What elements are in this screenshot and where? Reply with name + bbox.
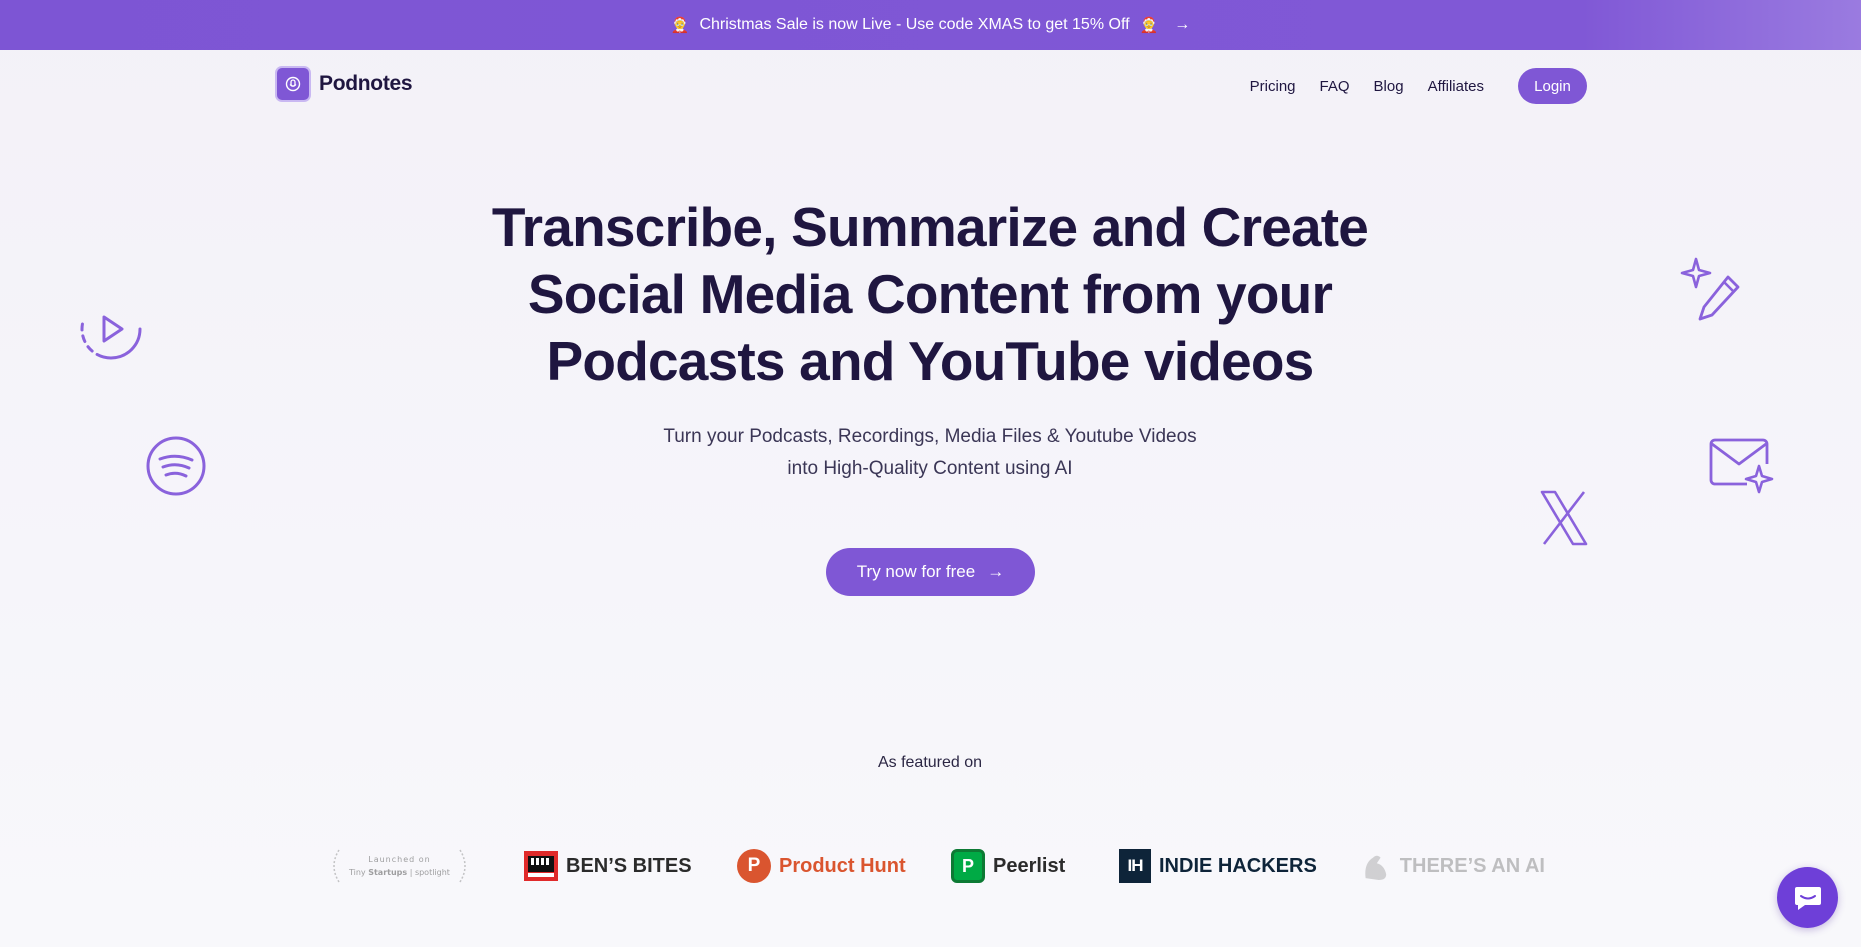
peerlist-text: Peerlist xyxy=(993,854,1066,877)
arrow-right-icon: → xyxy=(1174,16,1191,33)
top-navigation: Podnotes Pricing FAQ Blog Affiliates Log… xyxy=(0,50,1861,122)
nav-links: Pricing FAQ Blog Affiliates Login xyxy=(1250,68,1587,104)
hero-title-line: Transcribe, Summarize and Create xyxy=(491,196,1369,258)
laurel-right-icon xyxy=(459,849,466,883)
hero-title-line: Social Media Content from your xyxy=(527,263,1333,325)
bens-bites-icon xyxy=(524,851,558,881)
microphone-icon xyxy=(275,66,311,102)
cta-label: Try now for free xyxy=(856,562,976,581)
logo-bens-bites[interactable]: BEN’S BITES xyxy=(524,851,692,881)
banner-text: Christmas Sale is now Live - Use code XM… xyxy=(699,16,1130,33)
santa-emoji-icon: 🤶 xyxy=(670,17,690,34)
brand-name: Podnotes xyxy=(319,72,413,95)
try-free-button[interactable]: Try now for free → xyxy=(826,548,1035,596)
chat-bubble-icon xyxy=(1794,886,1821,910)
magic-pen-icon xyxy=(1680,257,1740,321)
indie-hackers-text: INDIE HACKERS xyxy=(1159,854,1317,877)
mail-sparkle-icon xyxy=(1709,438,1774,494)
logo-peerlist[interactable]: P Peerlist xyxy=(951,849,1065,883)
nav-link-pricing[interactable]: Pricing xyxy=(1250,78,1296,95)
robot-arm-icon xyxy=(1365,855,1387,881)
theres-an-ai-text: THERE’S AN AI xyxy=(1399,854,1545,877)
logo-product-hunt[interactable]: P Product Hunt xyxy=(737,849,906,883)
spotify-icon xyxy=(146,436,206,496)
arrow-right-icon: → xyxy=(987,562,1005,581)
product-hunt-text: Product Hunt xyxy=(779,854,906,877)
hero-title: Transcribe, Summarize and Create Social … xyxy=(430,194,1430,395)
logo-tiny-startups[interactable]: Launched on Tiny Startups | spotlight xyxy=(329,848,470,884)
announcement-banner[interactable]: 🤶 Christmas Sale is now Live - Use code … xyxy=(0,0,1861,50)
x-logo-icon xyxy=(1540,490,1588,546)
product-hunt-icon: P xyxy=(737,849,771,883)
nav-link-blog[interactable]: Blog xyxy=(1374,78,1404,95)
santa-emoji-icon: 🤶 xyxy=(1139,17,1159,34)
hero-subtitle-line: into High-Quality Content using AI xyxy=(787,458,1073,479)
hero-subtitle: Turn your Podcasts, Recordings, Media Fi… xyxy=(580,421,1280,485)
brand-logo[interactable]: Podnotes xyxy=(275,66,413,102)
logo-indie-hackers[interactable]: IH INDIE HACKERS xyxy=(1119,849,1317,883)
tiny-startups-line2: Tiny Startups | spotlight xyxy=(349,868,450,877)
laurel-left-icon xyxy=(333,849,340,883)
featured-logos: Launched on Tiny Startups | spotlight BE… xyxy=(325,846,1545,886)
chat-launcher-button[interactable] xyxy=(1777,867,1838,928)
nav-link-faq[interactable]: FAQ xyxy=(1320,78,1350,95)
play-circle-icon xyxy=(80,298,142,360)
tiny-startups-line1: Launched on xyxy=(368,855,431,864)
bens-bites-text: BEN’S BITES xyxy=(566,854,692,877)
logo-theres-an-ai[interactable]: THERE’S AN AI xyxy=(1360,849,1545,883)
hero-subtitle-line: Turn your Podcasts, Recordings, Media Fi… xyxy=(663,426,1197,447)
peerlist-icon: P xyxy=(951,849,985,883)
login-button[interactable]: Login xyxy=(1518,68,1587,104)
indie-hackers-icon: IH xyxy=(1119,849,1151,883)
featured-label: As featured on xyxy=(877,754,983,771)
hero-title-line: Podcasts and YouTube videos xyxy=(546,330,1315,392)
nav-link-affiliates[interactable]: Affiliates xyxy=(1428,78,1484,95)
